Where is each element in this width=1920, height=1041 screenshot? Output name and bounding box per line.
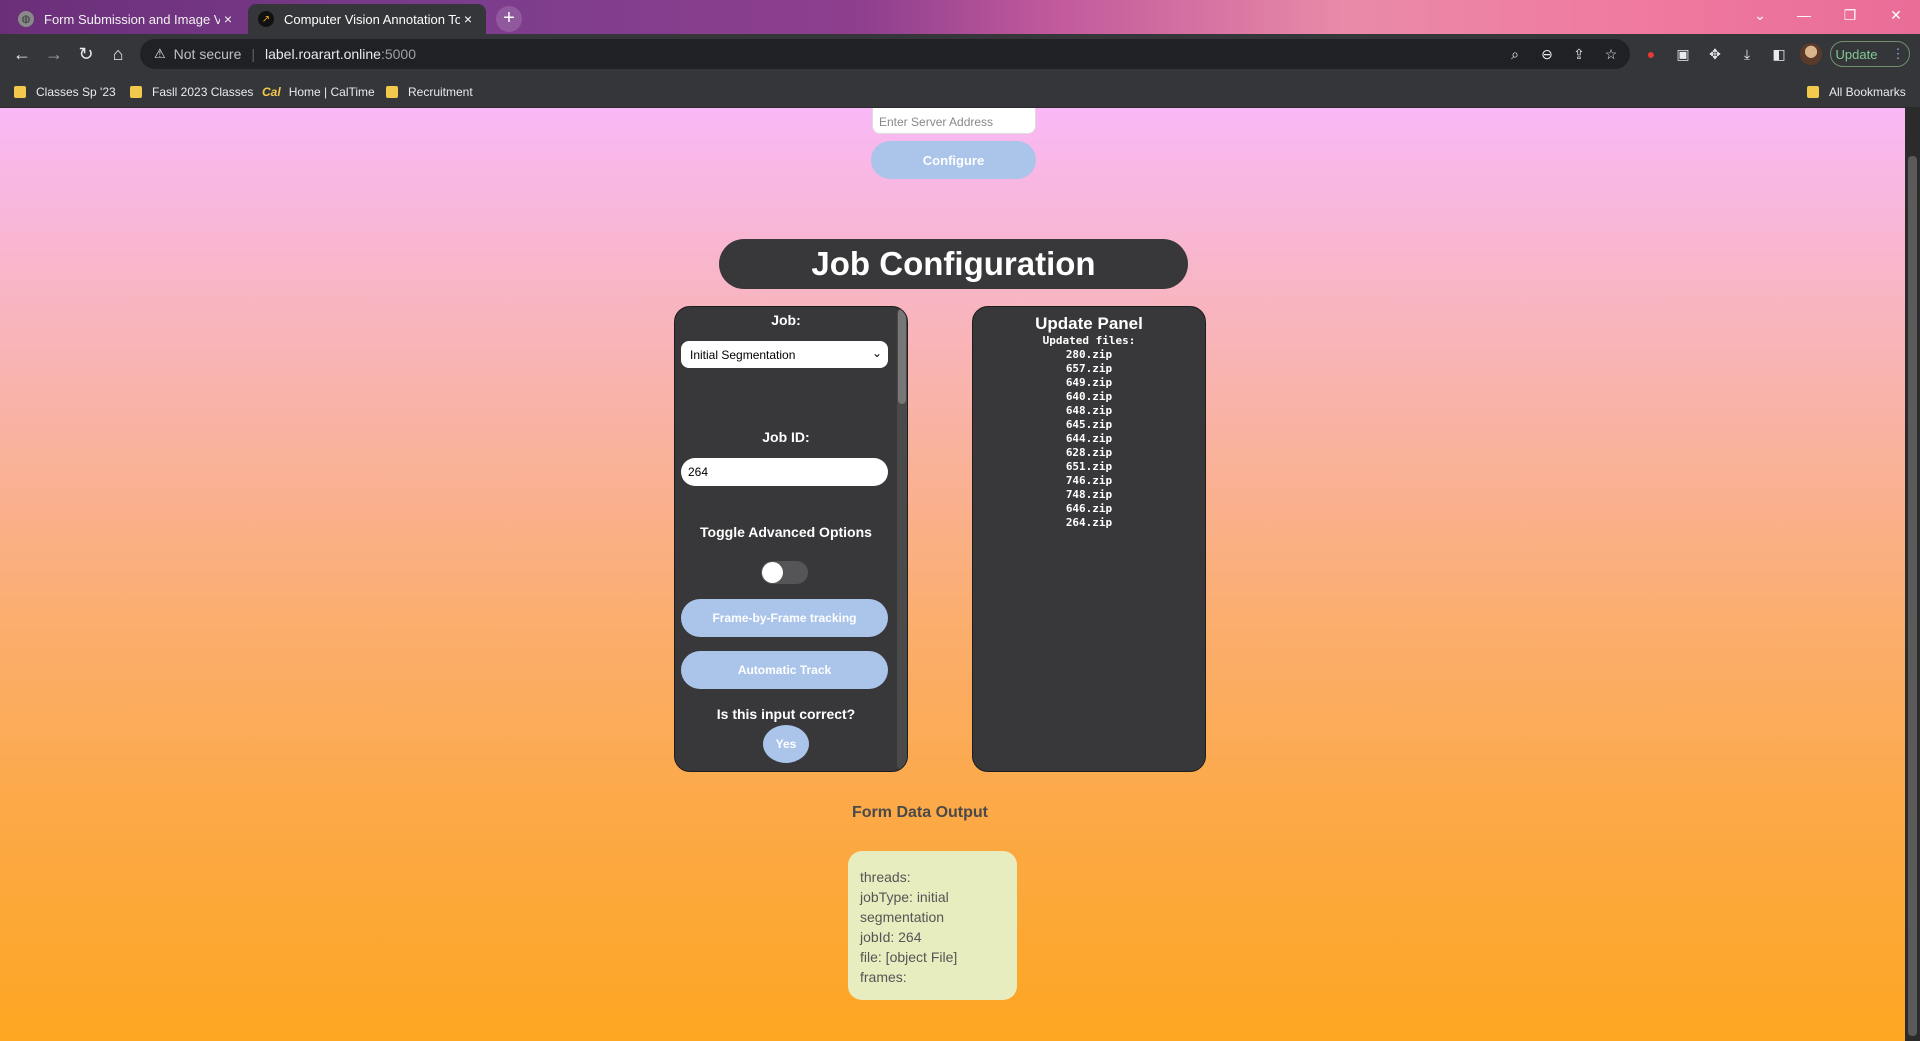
form-data-output-title: Form Data Output (852, 804, 988, 821)
job-id-input[interactable]: 264 (681, 458, 888, 486)
bookmark-recruitment[interactable]: Recruitment (386, 83, 473, 101)
back-icon[interactable]: ← (10, 42, 34, 66)
file-item: 264.zip (1065, 516, 1113, 529)
tab-search-icon[interactable]: ⌄ (1738, 0, 1782, 30)
updated-files-list: 280.zip 657.zip 649.zip 640.zip 648.zip … (973, 348, 1205, 530)
tab-form-submission[interactable]: ◍ Form Submission and Image Vie × (8, 4, 246, 34)
file-item: 640.zip (1065, 390, 1113, 403)
page-title: Job Configuration (719, 239, 1188, 289)
cvat-logo-icon: ↗ (258, 11, 274, 27)
file-item: 657.zip (1065, 362, 1113, 375)
configure-button[interactable]: Configure (871, 141, 1036, 179)
update-label: Update (1835, 46, 1878, 62)
job-id-label: Job ID: (762, 429, 810, 445)
close-window-icon[interactable]: ✕ (1874, 0, 1918, 30)
address-bar[interactable]: ⚠ Not secure | label.roarart.online :500… (140, 39, 1630, 69)
update-panel-title: Update Panel (1035, 314, 1143, 333)
browser-titlebar: ◍ Form Submission and Image Vie × ↗ Comp… (0, 0, 1920, 34)
page-scrollbar[interactable] (1905, 108, 1920, 1041)
reload-icon[interactable]: ↻ (74, 42, 98, 66)
url-host: label.roarart.online (265, 46, 381, 62)
zoom-icon[interactable]: ⊖ (1537, 44, 1557, 64)
new-tab-button[interactable]: + (496, 6, 522, 32)
page-content: Enter Server Address Configure Job Confi… (0, 108, 1905, 1041)
folder-icon (1807, 86, 1819, 98)
tab-title: Computer Vision Annotation Too (284, 11, 460, 27)
more-menu-icon[interactable]: ⋮ (1891, 46, 1904, 62)
side-panel-icon[interactable]: ◧ (1769, 44, 1789, 64)
forward-icon[interactable]: → (42, 42, 66, 66)
job-label: Job: (771, 312, 801, 328)
bookmark-label: Home | CalTime (288, 85, 375, 99)
output-line: frames: (860, 969, 907, 985)
job-select[interactable]: Initial Segmentation ⌄ (681, 341, 888, 368)
file-item: 645.zip (1065, 418, 1113, 431)
update-panel: Update Panel Updated files: 280.zip 657.… (972, 306, 1206, 772)
folder-icon (130, 86, 142, 98)
home-icon[interactable]: ⌂ (106, 42, 130, 66)
close-tab-icon[interactable]: × (220, 11, 236, 27)
close-tab-icon[interactable]: × (460, 11, 476, 27)
updated-files-label: Updated files: (1042, 334, 1136, 347)
browser-toolbar: ← → ↻ ⌂ ⚠ Not secure | label.roarart.onl… (0, 34, 1920, 74)
bookmark-label: Recruitment (408, 85, 473, 99)
file-item: 748.zip (1065, 488, 1113, 501)
job-config-panel: Job: Initial Segmentation ⌄ Job ID: 264 … (674, 306, 908, 772)
folder-icon (14, 86, 26, 98)
bookmark-star-icon[interactable]: ☆ (1601, 44, 1621, 64)
bookmark-label: Fasll 2023 Classes (152, 85, 254, 99)
file-item: 651.zip (1065, 460, 1113, 473)
server-address-input[interactable]: Enter Server Address (872, 108, 1036, 134)
job-select-value: Initial Segmentation (690, 347, 796, 362)
url-port: :5000 (380, 46, 417, 62)
file-item: 628.zip (1065, 446, 1113, 459)
file-item: 746.zip (1065, 474, 1113, 487)
bookmarks-bar: Classes Sp '23 Fasll 2023 Classes Cal Ho… (0, 74, 1920, 108)
bookmark-caltime[interactable]: Cal Home | CalTime (262, 83, 375, 101)
download-icon[interactable]: ⤓ (1737, 44, 1757, 64)
cal-logo-icon: Cal (262, 85, 281, 99)
scrollbar-thumb[interactable] (1908, 156, 1917, 1036)
advanced-options-label: Toggle Advanced Options (700, 524, 872, 540)
file-item: 649.zip (1065, 376, 1113, 389)
warning-icon: ⚠ (154, 46, 166, 61)
automatic-track-button[interactable]: Automatic Track (681, 651, 888, 689)
file-item: 648.zip (1065, 404, 1113, 417)
file-item: 644.zip (1065, 432, 1113, 445)
share-icon[interactable]: ⇪ (1569, 44, 1589, 64)
output-line: file: [object File] (860, 949, 958, 965)
bookmark-label: Classes Sp '23 (36, 85, 116, 99)
yes-button[interactable]: Yes (763, 725, 809, 763)
folder-icon (386, 86, 398, 98)
toggle-knob (762, 562, 783, 583)
tab-cvat[interactable]: ↗ Computer Vision Annotation Too × (248, 4, 486, 34)
panel-scrollbar[interactable] (897, 309, 907, 769)
globe-icon: ◍ (18, 11, 34, 27)
extensions-puzzle-icon[interactable]: ✥ (1705, 44, 1725, 64)
tab-title: Form Submission and Image Vie (44, 11, 220, 27)
profile-avatar[interactable] (1800, 43, 1822, 65)
restore-icon[interactable]: ❐ (1828, 0, 1872, 30)
output-line: jobType: initial segmentation (860, 889, 949, 925)
extension-red-icon[interactable]: ● (1641, 44, 1661, 64)
bookmark-classes-sp23[interactable]: Classes Sp '23 (14, 83, 116, 101)
security-status: Not secure (173, 46, 242, 62)
divider: | (251, 46, 255, 62)
file-item: 280.zip (1065, 348, 1113, 361)
minimize-icon[interactable]: — (1782, 0, 1826, 30)
bookmark-label: All Bookmarks (1829, 85, 1906, 99)
frame-by-frame-button[interactable]: Frame-by-Frame tracking (681, 599, 888, 637)
update-button[interactable]: Update ⋮ (1830, 41, 1910, 67)
confirm-question: Is this input correct? (716, 706, 856, 722)
chevron-down-icon: ⌄ (871, 346, 882, 360)
output-line: threads: (860, 869, 911, 885)
extension-grey-icon[interactable]: ▣ (1673, 44, 1693, 64)
search-icon[interactable]: ⌕ (1505, 44, 1525, 64)
bookmark-fall-2023[interactable]: Fasll 2023 Classes (130, 83, 253, 101)
file-item: 646.zip (1065, 502, 1113, 515)
output-line: jobId: 264 (860, 929, 922, 945)
advanced-options-toggle[interactable] (761, 561, 808, 584)
all-bookmarks[interactable]: All Bookmarks (1807, 83, 1906, 101)
form-data-output-box: threads: jobType: initial segmentation j… (848, 851, 1017, 1000)
